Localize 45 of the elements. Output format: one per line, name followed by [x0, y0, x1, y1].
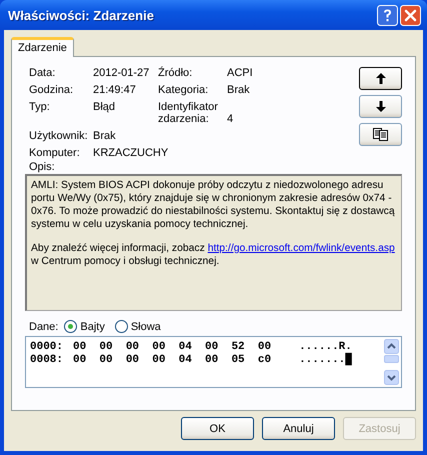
field-label: Użytkownik:: [29, 130, 89, 142]
field-value: KRZACZUCHY: [93, 147, 168, 159]
ascii-text: ......R.: [299, 341, 352, 353]
field-label: Komputer:: [29, 147, 81, 159]
help-link[interactable]: http://go.microsoft.com/fwlink/events.asp: [208, 243, 395, 254]
field-value: Błąd: [93, 101, 116, 113]
field-value: 21:49:47: [93, 84, 137, 96]
dialog-button[interactable]: OK: [181, 417, 254, 440]
radio-button[interactable]: Bajty: [64, 320, 105, 333]
scroll-up-icon[interactable]: [384, 339, 399, 354]
data-label: Dane:: [29, 320, 58, 332]
help-icon[interactable]: [377, 4, 398, 26]
field-value: Brak: [227, 84, 251, 96]
scroll-thumb[interactable]: [384, 355, 399, 363]
description-text: AMLI: System BIOS ACPI dokonuje próby odczytu z niedozwolonego adresu portu We/Wy (0x75), który znajduje się w chronionym zakresie adresów 0x74 - 0x76. To może prowadzić do niestabilności systemu. Skontaktuj się z dostawcą systemu w celu uzyskania pomocy technicznej.: [31, 179, 396, 231]
dialog-button[interactable]: Anuluj: [262, 417, 335, 440]
hex-offset: 0008:: [30, 354, 64, 367]
field-value: 2012-01-27: [93, 67, 150, 79]
field-label: Typ:: [29, 101, 51, 113]
field-label: Data:: [29, 67, 56, 79]
scroll-down-icon[interactable]: [384, 370, 399, 385]
description-label: Opis:: [28, 161, 56, 173]
window-title: Właściwości: Zdarzenie: [8, 8, 154, 22]
hex-bytes: 00 00 00 00 04 00 05 c0: [73, 354, 272, 367]
close-icon[interactable]: [400, 4, 421, 26]
up-arrow-icon: [376, 73, 386, 84]
hex-offset: 0000:: [30, 341, 64, 354]
tab[interactable]: Zdarzenie: [11, 37, 74, 57]
field-label: Źródło:: [158, 67, 194, 79]
radio-button[interactable]: Słowa: [114, 320, 161, 333]
down-arrow-icon: [376, 101, 386, 112]
copy-button[interactable]: [359, 123, 402, 146]
ascii-text: .......█: [299, 354, 352, 367]
field-label: Godzina:: [29, 84, 74, 96]
hex-bytes: 00 00 00 00 04 00 52 00: [73, 341, 272, 354]
field-value: Brak: [93, 130, 116, 142]
field-label: Kategoria:: [158, 84, 210, 96]
field-value: ACPI: [227, 67, 254, 79]
previous-button[interactable]: [359, 67, 402, 90]
scrollbar[interactable]: [384, 339, 399, 385]
description-text: Aby znaleźć więcej informacji, zobacz http://go.microsoft.com/fwlink/events.asp w Centrum pomocy i obsługi technicznej.: [31, 242, 396, 268]
copy-icon: [373, 128, 388, 141]
next-button[interactable]: [359, 95, 402, 118]
field-label: Identyfikator zdarzenia:: [158, 101, 219, 125]
field-value: 4: [227, 113, 234, 125]
